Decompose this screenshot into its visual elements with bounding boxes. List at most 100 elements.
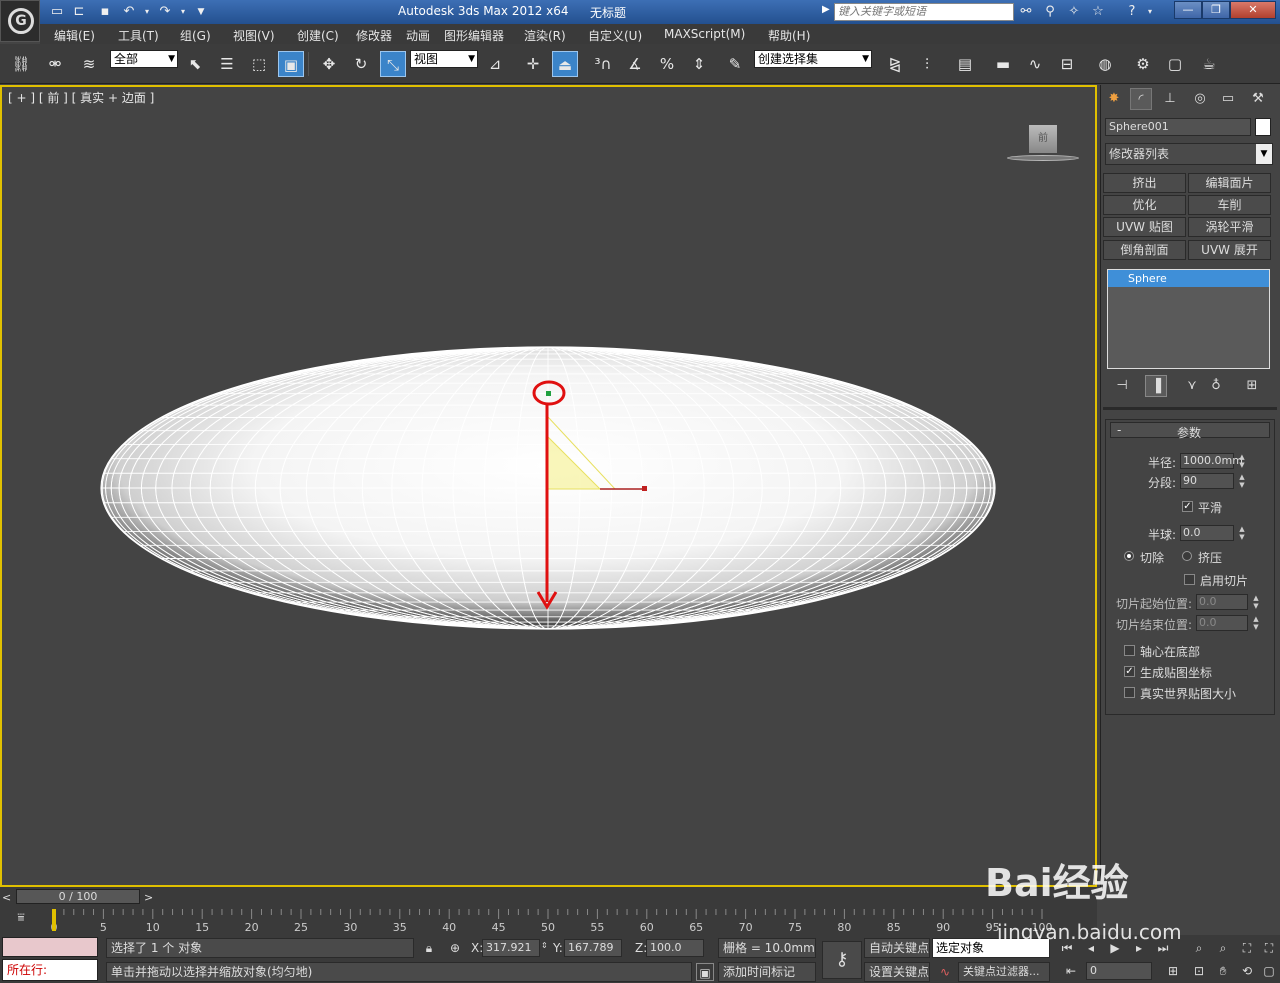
unlink-icon[interactable]: ⚮ bbox=[42, 51, 68, 77]
graphite-ribbon-icon[interactable]: ▬ bbox=[990, 51, 1016, 77]
zoom-all-icon[interactable]: ⌕ bbox=[1214, 939, 1232, 957]
select-by-name-icon[interactable]: ☰ bbox=[214, 51, 240, 77]
base-to-pivot-checkbox[interactable] bbox=[1124, 645, 1135, 656]
align-icon[interactable]: ⫶ bbox=[914, 51, 940, 77]
absolute-mode-icon[interactable]: ⊕ bbox=[446, 939, 464, 957]
modify-tab-icon[interactable]: ◜ bbox=[1130, 88, 1152, 110]
maxscript-listener-top[interactable] bbox=[2, 937, 98, 957]
object-color-swatch[interactable] bbox=[1255, 118, 1271, 136]
utilities-tab-icon[interactable]: ⚒ bbox=[1247, 88, 1269, 110]
reference-coordinate-dropdown[interactable]: 视图 ▼ bbox=[410, 50, 478, 68]
front-viewport[interactable]: [ + ] [ 前 ] [ 真实 + 边面 ] 前 bbox=[0, 85, 1097, 953]
motion-tab-icon[interactable]: ◎ bbox=[1189, 88, 1211, 110]
create-tab-icon[interactable]: ✸ bbox=[1103, 88, 1125, 110]
hierarchy-tab-icon[interactable]: ⊥ bbox=[1159, 88, 1181, 110]
minimize-button[interactable]: — bbox=[1174, 1, 1202, 19]
time-slider-prev-icon[interactable]: < bbox=[2, 891, 11, 904]
search-expand-icon[interactable]: ▶ bbox=[822, 4, 830, 15]
show-end-result-icon[interactable]: ▐ bbox=[1145, 375, 1167, 397]
menu-modifiers[interactable]: 修改器 bbox=[356, 27, 392, 44]
restore-button[interactable]: ❐ bbox=[1202, 1, 1230, 19]
menu-views[interactable]: 视图(V) bbox=[233, 27, 275, 44]
select-scale-icon[interactable]: ⤡ bbox=[380, 51, 406, 77]
current-frame-marker[interactable] bbox=[52, 909, 56, 931]
current-frame-field[interactable]: 0 bbox=[1086, 962, 1152, 980]
schematic-view-icon[interactable]: ⊟ bbox=[1054, 51, 1080, 77]
new-file-icon[interactable]: ▭ bbox=[48, 3, 66, 21]
redo-dropdown-icon[interactable]: ▾ bbox=[174, 3, 192, 21]
display-tab-icon[interactable]: ▭ bbox=[1217, 88, 1239, 110]
smooth-checkbox[interactable]: ✓ bbox=[1182, 501, 1193, 512]
favorites-star-icon[interactable]: ☆ bbox=[1088, 3, 1108, 21]
key-filters-button[interactable]: 关键点过滤器... bbox=[958, 962, 1050, 982]
percent-snap-icon[interactable]: % bbox=[654, 51, 680, 77]
modifier-optimize-button[interactable]: 优化 bbox=[1103, 195, 1186, 215]
redo-icon[interactable]: ↷ bbox=[156, 3, 174, 21]
quick-access-menu-icon[interactable]: ▼ bbox=[192, 3, 210, 21]
selection-lock-icon[interactable]: 🔒︎ bbox=[420, 939, 438, 957]
zoom-extents-all-icon[interactable]: ⛶ bbox=[1260, 939, 1278, 957]
scale-gizmo-center-handle[interactable] bbox=[546, 391, 551, 396]
select-manipulate-icon[interactable]: ✛ bbox=[520, 51, 546, 77]
slice-on-checkbox[interactable] bbox=[1184, 574, 1195, 585]
menu-graph-editors[interactable]: 图形编辑器 bbox=[444, 27, 504, 44]
modifier-lathe-button[interactable]: 车削 bbox=[1188, 195, 1271, 215]
slice-to-input[interactable]: 0.0 bbox=[1196, 615, 1248, 631]
binoculars-icon[interactable]: ⚯ bbox=[1016, 3, 1036, 21]
curve-editor-icon[interactable]: ∿ bbox=[1022, 51, 1048, 77]
modifier-bevel-profile-button[interactable]: 倒角剖面 bbox=[1103, 240, 1186, 260]
orbit-icon[interactable]: ⟲ bbox=[1238, 962, 1256, 980]
window-crossing-icon[interactable]: ▣ bbox=[278, 51, 304, 77]
maximize-viewport-icon[interactable]: ▢ bbox=[1260, 962, 1278, 980]
angle-snap-icon[interactable]: ∡ bbox=[622, 51, 648, 77]
save-icon[interactable]: ▪ bbox=[96, 3, 114, 21]
zoom-region-icon[interactable]: ⊡ bbox=[1190, 962, 1208, 980]
modifier-turbosmooth-button[interactable]: 涡轮平滑 bbox=[1188, 217, 1271, 237]
track-bar[interactable]: ⩸ 05101520253035404550556065707580859095… bbox=[0, 907, 1097, 935]
zoom-extents-icon[interactable]: ⛶ bbox=[1238, 939, 1256, 957]
menu-create[interactable]: 创建(C) bbox=[297, 27, 339, 44]
spinner-snap-icon[interactable]: ⇕ bbox=[686, 51, 712, 77]
configure-sets-icon[interactable]: ⊞ bbox=[1241, 375, 1263, 397]
close-button[interactable]: ✕ bbox=[1230, 1, 1276, 19]
help-dropdown-icon[interactable]: ▾ bbox=[1140, 3, 1160, 21]
set-key-button[interactable]: 设置关键点 bbox=[864, 962, 930, 982]
adaptive-degradation-icon[interactable]: ▣ bbox=[696, 963, 714, 981]
chop-radio[interactable] bbox=[1124, 551, 1134, 561]
time-config-icon[interactable]: ⊞ bbox=[1164, 962, 1182, 980]
radius-input[interactable]: 1000.0mm bbox=[1180, 453, 1243, 469]
mirror-icon[interactable]: ⧎ bbox=[882, 51, 908, 77]
subscription-icon[interactable]: ⚲ bbox=[1040, 3, 1060, 21]
radius-spinner[interactable]: ▲ ▼ bbox=[1238, 453, 1246, 469]
slice-to-spinner[interactable]: ▲ ▼ bbox=[1252, 615, 1260, 631]
sphere-wireframe[interactable] bbox=[2, 87, 1095, 885]
modifier-stack[interactable]: Sphere bbox=[1107, 269, 1270, 369]
bind-space-warp-icon[interactable]: ≋ bbox=[76, 51, 102, 77]
auto-key-button[interactable]: 自动关键点 bbox=[864, 938, 930, 958]
set-key-big-button[interactable]: ⚷ bbox=[822, 941, 862, 979]
menu-rendering[interactable]: 渲染(R) bbox=[524, 27, 566, 44]
generate-mapping-coords-checkbox[interactable]: ✓ bbox=[1124, 666, 1135, 677]
link-icon[interactable]: ⛓ bbox=[8, 51, 34, 77]
slice-from-input[interactable]: 0.0 bbox=[1196, 594, 1248, 610]
material-editor-icon[interactable]: ◍ bbox=[1092, 51, 1118, 77]
hemisphere-spinner[interactable]: ▲ ▼ bbox=[1238, 525, 1246, 541]
select-object-icon[interactable]: ⬉ bbox=[182, 51, 208, 77]
pin-stack-icon[interactable]: ⊣ bbox=[1111, 375, 1133, 397]
communication-icon[interactable]: ✧ bbox=[1064, 3, 1084, 21]
render-production-icon[interactable]: ☕ bbox=[1196, 51, 1222, 77]
keyboard-shortcut-override-icon[interactable]: ⏏ bbox=[552, 51, 578, 77]
pivot-center-icon[interactable]: ⊿ bbox=[482, 51, 508, 77]
object-name-field[interactable]: Sphere001 bbox=[1105, 118, 1251, 136]
selection-filter-dropdown[interactable]: 全部 ▼ bbox=[110, 50, 178, 68]
x-coordinate-field[interactable]: 317.921 bbox=[482, 939, 540, 957]
help-icon[interactable]: ? bbox=[1122, 3, 1142, 21]
z-coordinate-field[interactable]: 100.0 bbox=[646, 939, 704, 957]
segments-spinner[interactable]: ▲ ▼ bbox=[1238, 473, 1246, 489]
key-filter-curve-icon[interactable]: ∿ bbox=[936, 963, 954, 981]
app-logo[interactable]: G bbox=[0, 0, 40, 42]
segments-input[interactable]: 90 bbox=[1180, 473, 1234, 489]
menu-tools[interactable]: 工具(T) bbox=[118, 27, 159, 44]
stack-item-sphere[interactable]: Sphere bbox=[1108, 270, 1269, 287]
menu-customize[interactable]: 自定义(U) bbox=[588, 27, 642, 44]
